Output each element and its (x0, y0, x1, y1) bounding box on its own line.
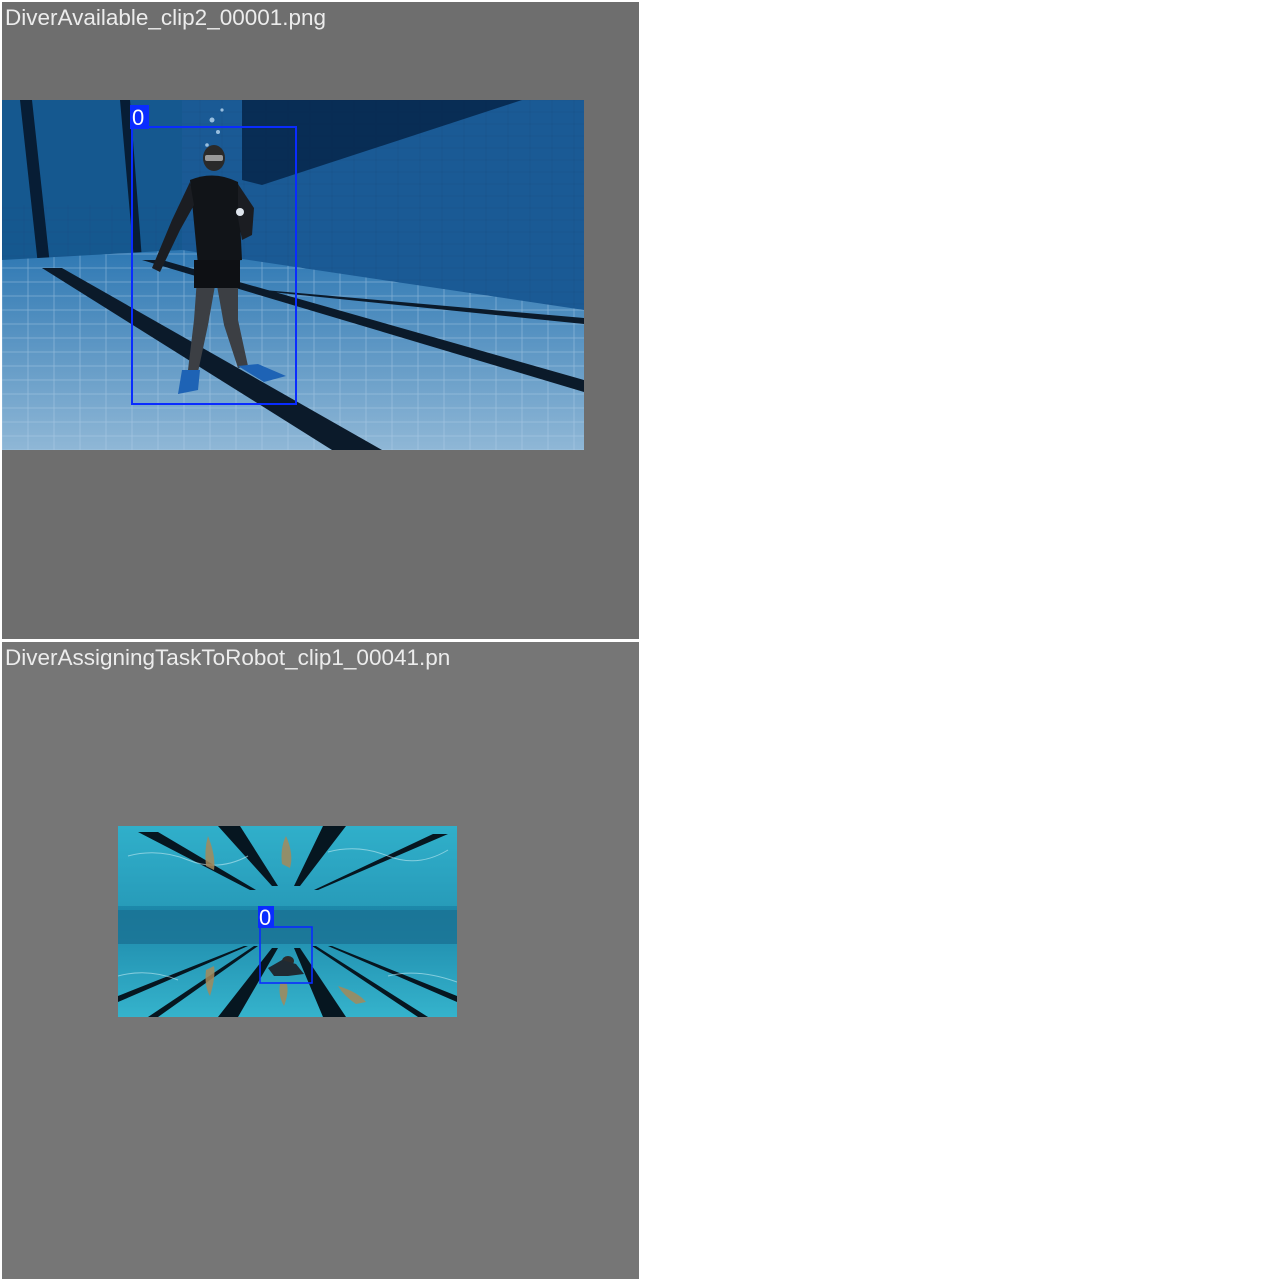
image-filename-label: DiverAvailable_clip2_00001.png (5, 5, 327, 30)
underwater-photo-pool-lanes: 0 (118, 826, 457, 1017)
image-filename-label: DiverAssigningTaskToRobot_clip1_00041.pn (5, 645, 451, 670)
detection-class-label: 0 (132, 105, 144, 130)
image-tile-diver-available: DiverAvailable_clip2_00001.png 0 (2, 2, 639, 639)
underwater-photo-diver-standing: 0 (2, 100, 584, 450)
detection-class-label: 0 (259, 905, 271, 930)
image-tile-diver-assigning-task: DiverAssigningTaskToRobot_clip1_00041.pn (2, 642, 639, 1279)
